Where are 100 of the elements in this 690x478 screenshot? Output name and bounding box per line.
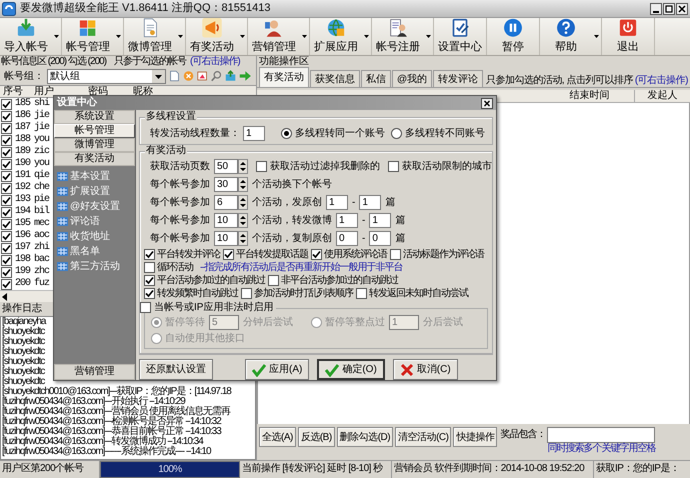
- checkbox-option[interactable]: 平台活动参加过的自动跳过: [144, 274, 265, 286]
- toolbar-button[interactable]: 帐号管理: [62, 18, 114, 55]
- dialog-button[interactable]: 取消(C): [392, 359, 458, 380]
- checkbox[interactable]: [1, 182, 12, 194]
- spin-button[interactable]: [238, 213, 248, 228]
- close-icon[interactable]: [481, 98, 493, 108]
- tab[interactable]: 转发评论: [433, 70, 484, 87]
- checkbox[interactable]: [241, 288, 252, 298]
- nav-button[interactable]: 营销管理: [54, 364, 135, 380]
- checkbox-option[interactable]: 非平台活动参加过的自动跳过: [268, 274, 398, 286]
- number-field[interactable]: 1: [359, 195, 382, 210]
- nav-item[interactable]: 收货地址: [57, 230, 110, 243]
- toolbar-button[interactable]: 微博管理: [124, 18, 176, 55]
- close-icon[interactable]: [676, 2, 688, 14]
- spin-button[interactable]: [238, 177, 248, 192]
- checkbox[interactable]: [390, 248, 401, 260]
- spin-button[interactable]: [238, 195, 248, 210]
- nav-item[interactable]: 黑名单: [57, 245, 100, 258]
- checkbox[interactable]: [144, 248, 155, 260]
- nav-item[interactable]: @好友设置: [57, 200, 120, 213]
- number-field[interactable]: 1: [326, 195, 348, 210]
- radio-option[interactable]: 多线程转同一个账号: [281, 128, 385, 138]
- checkbox[interactable]: [388, 161, 399, 172]
- toolbar-button[interactable]: 帐号注册: [372, 18, 424, 55]
- column-header[interactable]: 密码: [88, 86, 108, 96]
- action-button[interactable]: 清空活动(C): [395, 427, 452, 447]
- dialog-button[interactable]: 应用(A): [245, 359, 310, 380]
- checkbox[interactable]: [268, 274, 279, 286]
- nav-button[interactable]: 系统设置: [54, 110, 135, 124]
- spin-button[interactable]: [238, 231, 248, 246]
- nav-item[interactable]: 扩展设置: [57, 185, 110, 198]
- checkbox[interactable]: [1, 146, 12, 158]
- nav-button[interactable]: 有奖活动: [54, 152, 135, 166]
- checkbox-option[interactable]: 平台转发提取话题: [223, 248, 308, 260]
- checkbox[interactable]: [1, 206, 12, 218]
- number-field[interactable]: 50: [214, 159, 238, 174]
- minimize-icon[interactable]: [650, 2, 662, 14]
- number-field[interactable]: 6: [214, 195, 238, 210]
- toolbar-button[interactable]: 设置中心: [434, 18, 486, 55]
- dialog-button[interactable]: 还原默认设置: [139, 359, 213, 380]
- checkbox-option[interactable]: 转发返回未知时自动尝试: [356, 288, 468, 298]
- spin-button[interactable]: [238, 159, 248, 174]
- action-button[interactable]: 删除勾选(D): [336, 427, 394, 447]
- checkbox-option[interactable]: 获取活动过滤掉我删除的: [256, 161, 380, 172]
- search-icon[interactable]: [211, 69, 222, 83]
- checkbox-option[interactable]: 使用系统评论语: [311, 248, 387, 260]
- prize-field[interactable]: [547, 427, 656, 443]
- action-button[interactable]: 快捷操作: [453, 427, 498, 447]
- dialog-button[interactable]: 确定(O): [317, 359, 385, 380]
- nav-item[interactable]: 第三方活动: [57, 260, 120, 273]
- nav-button[interactable]: 帐号管理: [54, 124, 135, 138]
- toolbar-button[interactable]: 帮助: [540, 18, 592, 55]
- checkbox[interactable]: [144, 262, 155, 272]
- column-header[interactable]: 昵称: [133, 86, 153, 96]
- image-edit-icon[interactable]: [197, 69, 208, 83]
- action-button[interactable]: 反选(B): [298, 427, 335, 447]
- checkbox[interactable]: [223, 248, 234, 260]
- radio-button[interactable]: [281, 128, 292, 138]
- checkbox[interactable]: [144, 274, 155, 286]
- checkbox[interactable]: [1, 134, 12, 146]
- action-button[interactable]: 全选(A): [259, 427, 296, 447]
- toolbar-button[interactable]: 营销管理: [248, 18, 300, 55]
- column-header[interactable]: 发起人: [648, 90, 678, 101]
- checkbox[interactable]: [144, 288, 155, 298]
- toolbar-button[interactable]: 退出: [602, 18, 654, 55]
- document-icon[interactable]: [169, 69, 180, 83]
- toolbar-button[interactable]: 扩展应用: [310, 18, 362, 55]
- checkbox-option[interactable]: 平台转发并评论: [144, 248, 220, 260]
- number-field[interactable]: 1: [243, 126, 265, 140]
- export-icon[interactable]: [225, 69, 236, 83]
- checkbox-option[interactable]: 循环活动: [144, 262, 193, 272]
- radio-button[interactable]: [391, 128, 402, 138]
- column-header[interactable]: 结束时间: [570, 90, 610, 101]
- nav-item[interactable]: 评论语: [57, 215, 100, 228]
- checkbox[interactable]: [1, 254, 12, 266]
- group-dropdown[interactable]: 默认组: [47, 68, 166, 84]
- checkbox[interactable]: [1, 194, 12, 206]
- checkbox[interactable]: [1, 122, 12, 134]
- checkbox[interactable]: [1, 266, 12, 278]
- number-field[interactable]: 0: [369, 231, 392, 246]
- toolbar-button[interactable]: 暂停: [487, 18, 539, 55]
- number-field[interactable]: 10: [214, 213, 238, 228]
- tab[interactable]: @我的: [392, 70, 432, 87]
- number-field[interactable]: 1: [336, 213, 358, 228]
- number-field[interactable]: 0: [336, 231, 358, 246]
- checkbox[interactable]: [1, 170, 12, 182]
- checkbox[interactable]: [1, 158, 12, 170]
- checkbox[interactable]: [256, 161, 267, 172]
- checkbox[interactable]: [1, 278, 12, 290]
- nav-button[interactable]: 微博管理: [54, 138, 135, 152]
- checkbox[interactable]: [1, 98, 12, 110]
- tab[interactable]: 有奖活动: [259, 67, 309, 87]
- tab[interactable]: 私信: [361, 70, 391, 87]
- radio-option[interactable]: 多线程转不同账号: [391, 128, 485, 138]
- checkbox[interactable]: [311, 248, 322, 260]
- maximize-icon[interactable]: [663, 2, 675, 14]
- checkbox[interactable]: [356, 288, 367, 298]
- checkbox[interactable]: [1, 218, 12, 230]
- checkbox-option[interactable]: 活动标题作为评论语: [390, 248, 484, 260]
- checkbox[interactable]: [1, 110, 12, 122]
